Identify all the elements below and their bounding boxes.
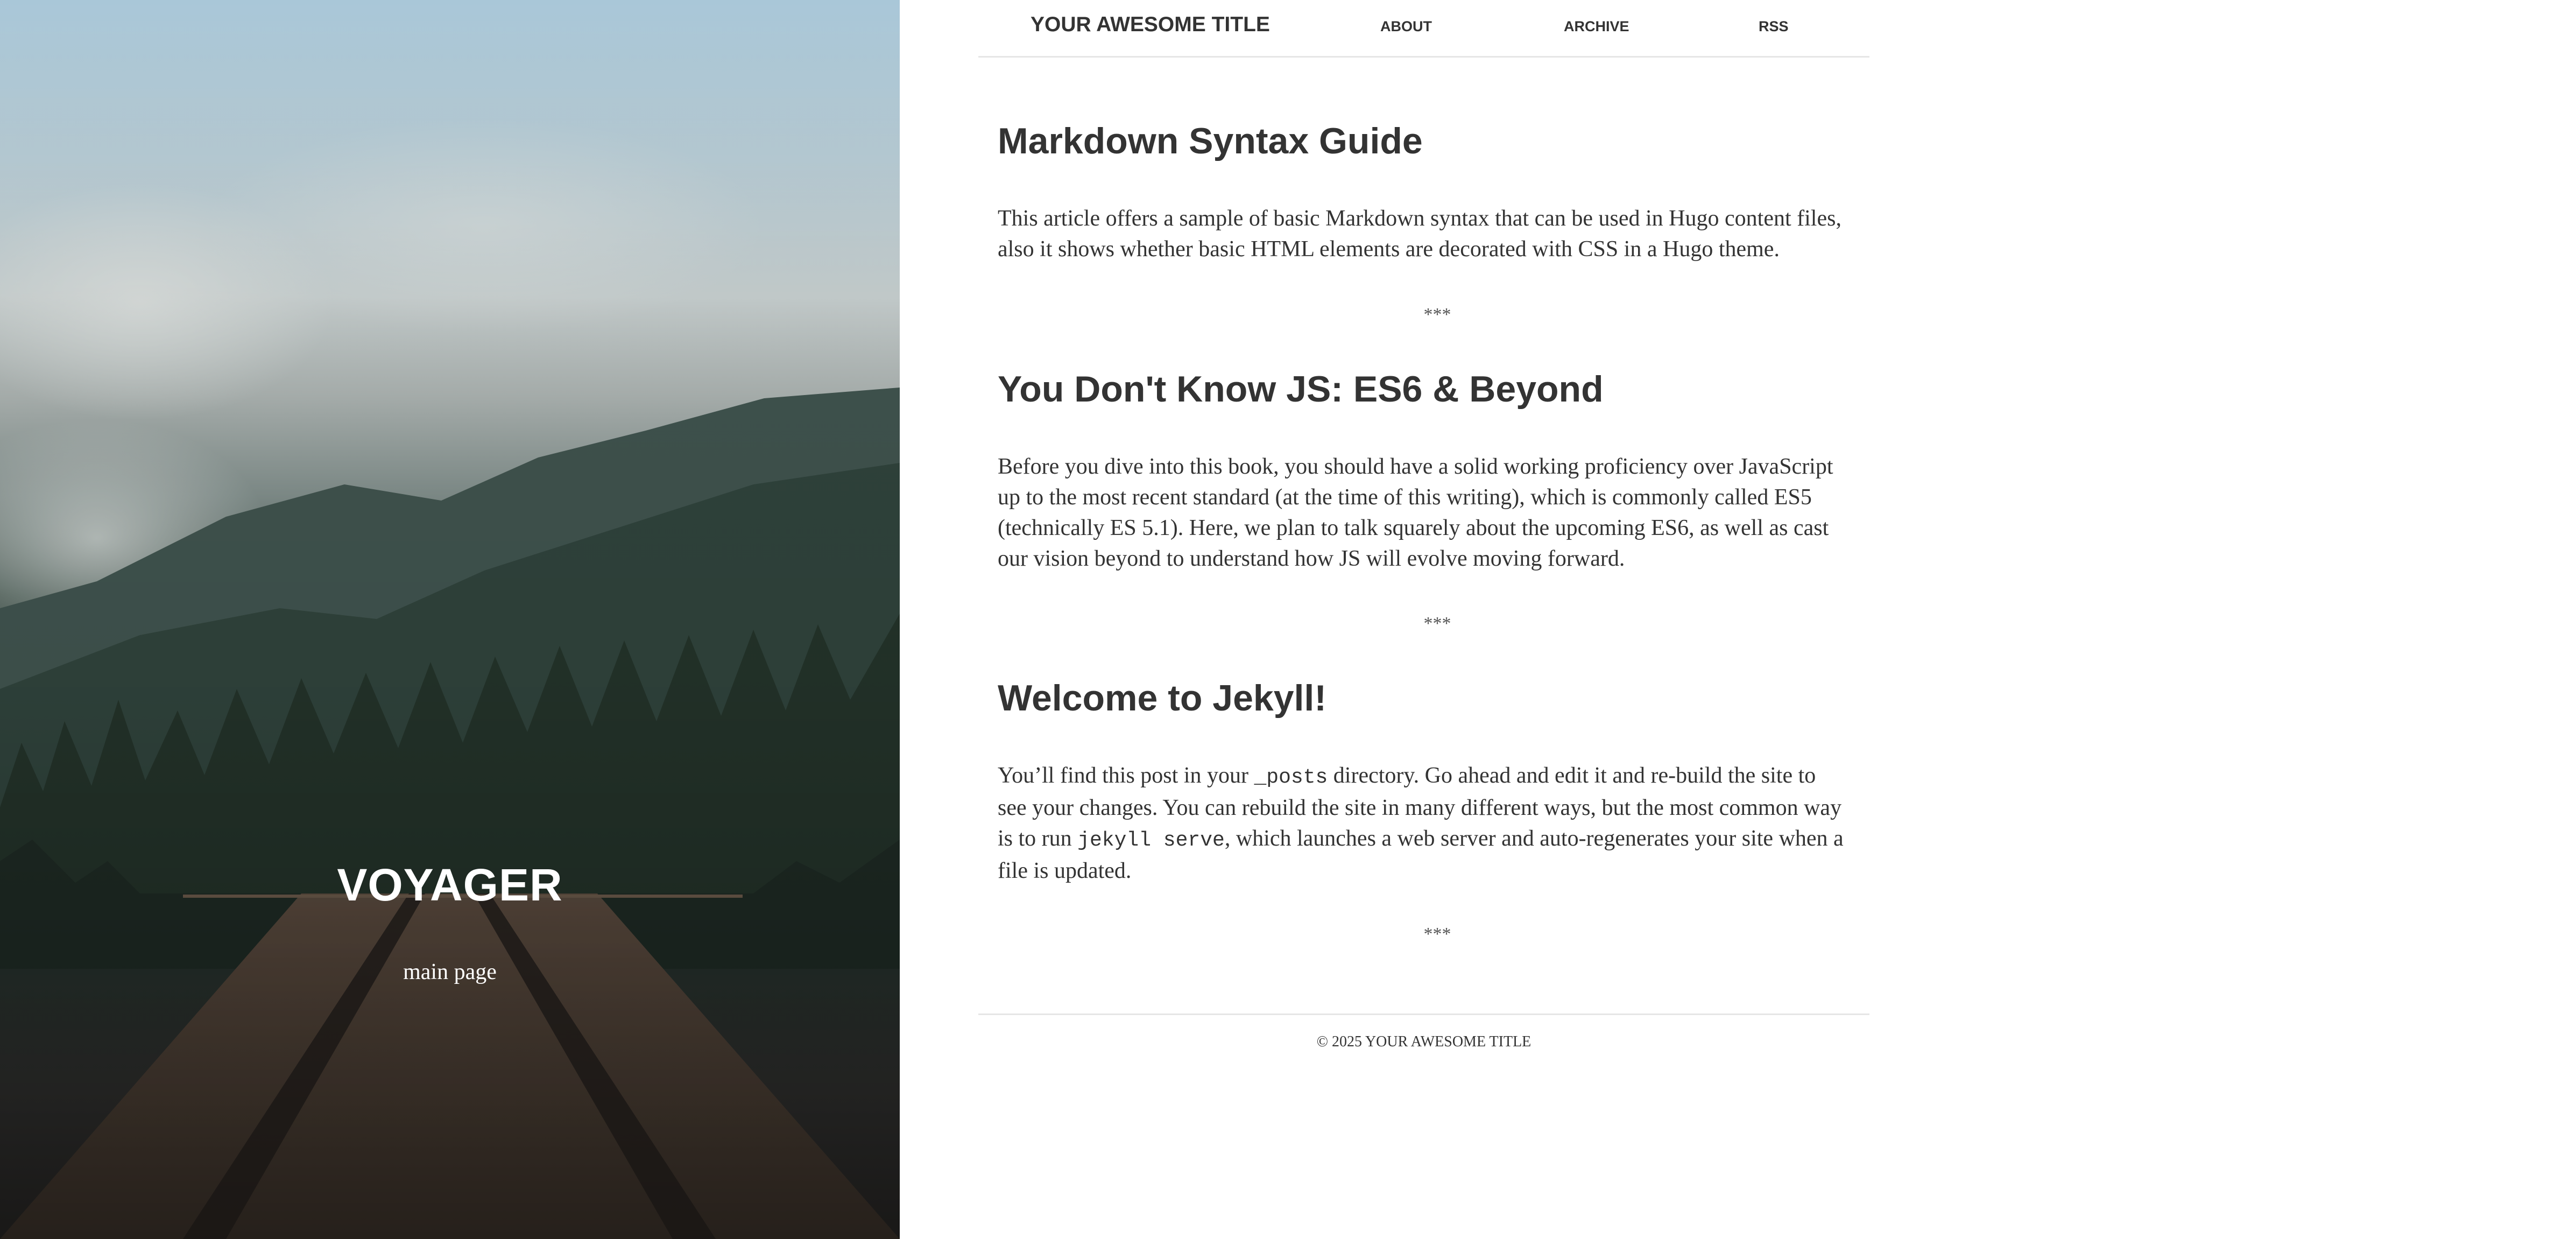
hero-subtitle: main page bbox=[403, 960, 497, 984]
post-item: Markdown Syntax Guide This article offer… bbox=[998, 119, 1850, 262]
hero-title: VOYAGER bbox=[337, 860, 563, 910]
post-title-link[interactable]: You Don't Know JS: ES6 & Beyond bbox=[998, 368, 1850, 412]
nav-rss-link[interactable]: RSS bbox=[1759, 18, 1789, 35]
footer-copyright: © 2025 YOUR AWESOME TITLE bbox=[1316, 1033, 1532, 1050]
site-title-link[interactable]: YOUR AWESOME TITLE bbox=[1031, 13, 1270, 37]
post-title-link[interactable]: Markdown Syntax Guide bbox=[998, 119, 1850, 164]
post-summary: Before you dive into this book, you shou… bbox=[998, 454, 1833, 571]
post-title-link[interactable]: Welcome to Jekyll! bbox=[998, 677, 1850, 721]
nav-about-link[interactable]: ABOUT bbox=[1380, 18, 1432, 35]
hero-banner: VOYAGER main page bbox=[0, 0, 900, 1239]
inline-code: _posts bbox=[1254, 766, 1328, 789]
post-summary-text: You’ll find this post in your bbox=[998, 763, 1254, 788]
post-separator: *** bbox=[1423, 305, 1451, 325]
post-item: You Don't Know JS: ES6 & Beyond Before y… bbox=[998, 368, 1850, 571]
inline-code: jekyll serve bbox=[1077, 829, 1225, 852]
hero-background-image bbox=[0, 0, 900, 1239]
post-item: Welcome to Jekyll! You’ll find this post… bbox=[998, 677, 1850, 883]
post-separator: *** bbox=[1423, 924, 1451, 944]
site-header: YOUR AWESOME TITLE ABOUT ARCHIVE RSS bbox=[978, 0, 1869, 58]
nav-archive-link[interactable]: ARCHIVE bbox=[1564, 18, 1629, 35]
post-summary: This article offers a sample of basic Ma… bbox=[998, 206, 1841, 262]
site-footer: © 2025 YOUR AWESOME TITLE bbox=[978, 1013, 1869, 1058]
post-summary: You’ll find this post in your _posts dir… bbox=[998, 761, 1850, 886]
post-separator: *** bbox=[1423, 614, 1451, 633]
